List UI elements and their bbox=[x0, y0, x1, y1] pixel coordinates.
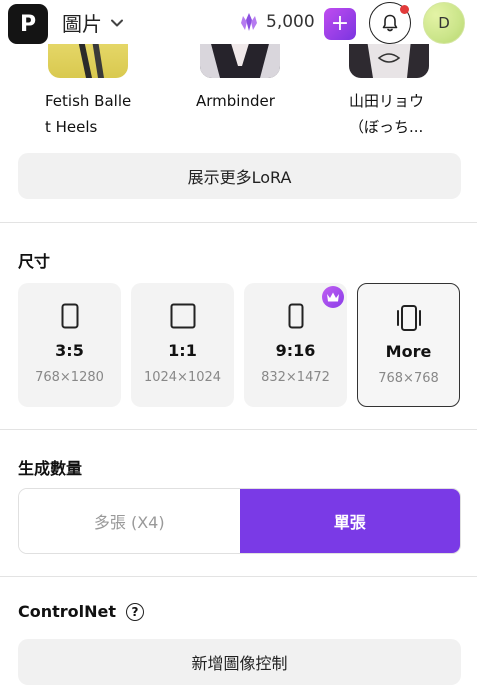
top-bar: P 圖片 5,000 + D bbox=[0, 0, 477, 44]
quantity-section-title: 生成數量 bbox=[18, 459, 83, 478]
help-icon[interactable]: ? bbox=[126, 602, 145, 621]
credits-amount: 5,000 bbox=[266, 12, 315, 32]
buy-credits-button[interactable]: + bbox=[324, 8, 356, 40]
tall-ratio-icon bbox=[288, 303, 303, 329]
size-ratio: 3:5 bbox=[55, 341, 84, 360]
size-dimensions: 768×1280 bbox=[35, 370, 104, 385]
section-switcher[interactable]: 圖片 bbox=[62, 8, 124, 37]
lora-image bbox=[78, 40, 104, 78]
notifications-button[interactable] bbox=[369, 2, 411, 44]
size-option-3-5[interactable]: 3:5 768×1280 bbox=[18, 283, 121, 407]
lora-thumbnail[interactable] bbox=[349, 40, 429, 78]
lora-image bbox=[200, 40, 280, 78]
credits-display: 5,000 bbox=[238, 8, 315, 36]
lora-thumbnail[interactable] bbox=[48, 40, 128, 78]
size-ratio: 1:1 bbox=[168, 341, 197, 360]
lora-name: Fetish Balle t Heels bbox=[45, 92, 132, 136]
avatar[interactable]: D bbox=[423, 2, 465, 44]
lora-name: Armbinder bbox=[196, 92, 275, 110]
size-section-title: 尺寸 bbox=[18, 252, 51, 271]
chevron-down-icon bbox=[111, 19, 123, 26]
divider bbox=[0, 222, 477, 223]
lora-name: 山田リョウ （ぼっち... bbox=[349, 92, 425, 136]
size-dimensions: 1024×1024 bbox=[143, 370, 222, 385]
size-ratio: More bbox=[385, 342, 432, 361]
app-logo[interactable]: P bbox=[8, 4, 48, 44]
show-more-lora-button[interactable]: 展示更多LoRA bbox=[18, 153, 461, 199]
add-image-control-button[interactable]: 新增圖像控制 bbox=[18, 639, 461, 685]
controlnet-section-title: ControlNet ? bbox=[18, 602, 145, 621]
lora-image bbox=[349, 40, 429, 78]
size-dimensions: 832×1472 bbox=[261, 370, 330, 385]
section-title: 圖片 bbox=[62, 12, 102, 36]
quantity-toggle: 多張 (X4) 單張 bbox=[18, 488, 461, 554]
premium-crown-icon bbox=[322, 286, 344, 308]
size-option-1-1[interactable]: 1:1 1024×1024 bbox=[131, 283, 234, 407]
credits-icon bbox=[241, 13, 257, 31]
square-ratio-icon bbox=[170, 303, 195, 329]
controlnet-title-text: ControlNet bbox=[18, 602, 117, 621]
divider bbox=[0, 429, 477, 430]
notification-badge bbox=[400, 5, 409, 14]
size-option-more[interactable]: More 768×768 bbox=[357, 283, 460, 407]
size-ratio: 9:16 bbox=[275, 341, 316, 360]
quantity-single-option[interactable]: 單張 bbox=[239, 489, 460, 553]
divider bbox=[0, 576, 477, 577]
portrait-ratio-icon bbox=[61, 303, 78, 329]
bell-icon bbox=[382, 14, 398, 32]
more-ratios-icon bbox=[396, 305, 421, 331]
quantity-multi-option[interactable]: 多張 (X4) bbox=[19, 489, 240, 553]
size-dimensions: 768×768 bbox=[378, 371, 439, 386]
lora-thumbnail[interactable] bbox=[200, 40, 280, 78]
